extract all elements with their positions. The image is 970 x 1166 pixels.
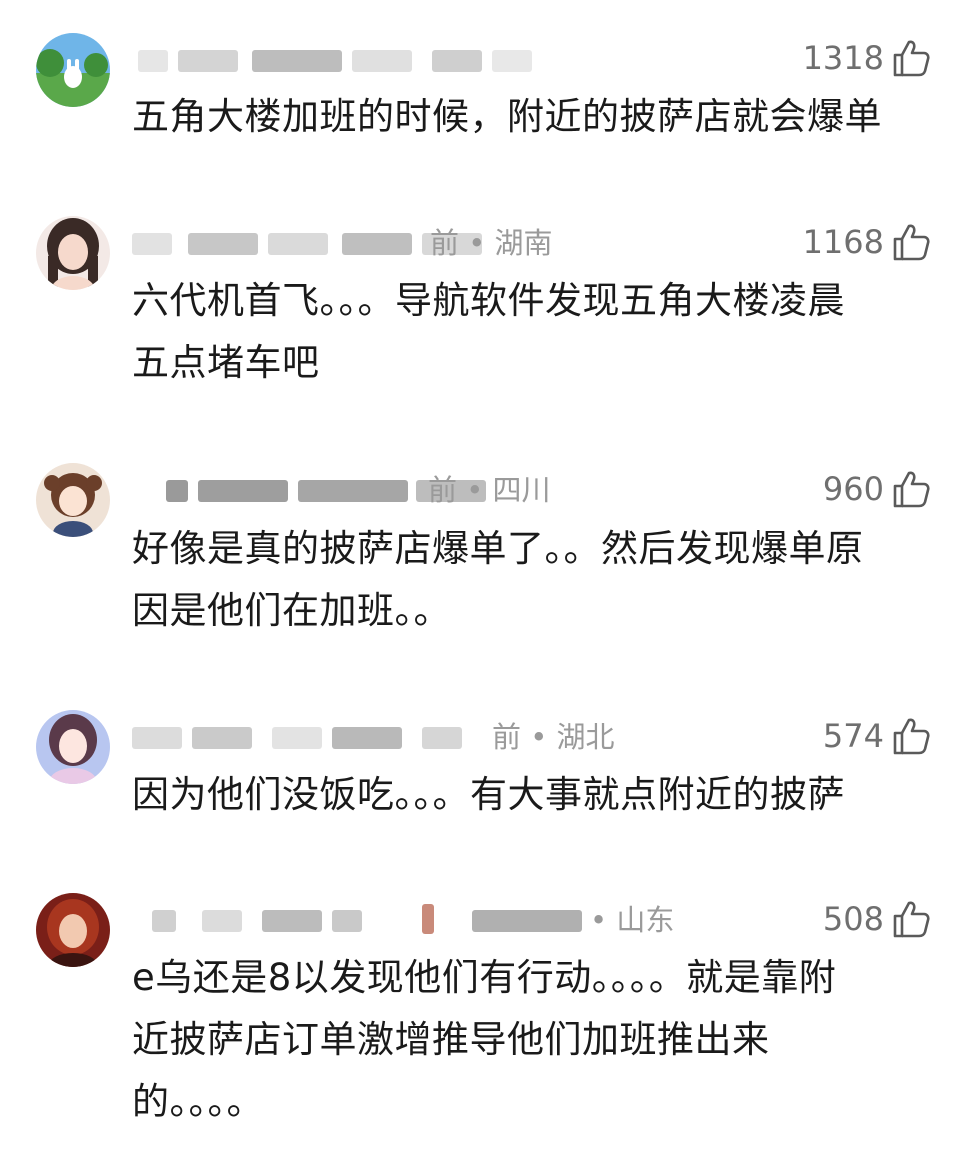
comment-meta: 前 • 湖南 bbox=[132, 223, 692, 263]
comment-meta: 前 • 四川 bbox=[132, 470, 692, 510]
comment-time-location: 前 • 四川 bbox=[428, 473, 551, 507]
comment-text: e乌还是8以发现他们有行动。。。。就是靠附 近披萨店订单激增推导他们加班推出来 … bbox=[132, 956, 837, 1123]
comment-text: 好像是真的披萨店爆单了。。然后发现爆单原 因是他们在加班。。 bbox=[132, 527, 864, 632]
user-avatar[interactable] bbox=[36, 216, 110, 290]
like-button[interactable]: 960 bbox=[823, 467, 930, 511]
comment-time-location: • 山东 bbox=[590, 903, 675, 937]
comment-meta bbox=[132, 40, 692, 80]
like-count: 1168 bbox=[802, 223, 884, 261]
thumbs-up-icon bbox=[893, 224, 930, 261]
comment-time-location: 前 • 湖南 bbox=[430, 226, 553, 260]
like-button[interactable]: 1318 bbox=[803, 36, 930, 80]
user-avatar[interactable] bbox=[36, 893, 110, 967]
like-button[interactable]: 1168 bbox=[803, 220, 930, 264]
like-count: 574 bbox=[822, 717, 884, 755]
user-avatar[interactable] bbox=[36, 710, 110, 784]
thumbs-up-icon bbox=[893, 471, 930, 508]
like-count: 1318 bbox=[802, 39, 884, 77]
thumbs-up-icon bbox=[893, 40, 930, 77]
like-count: 960 bbox=[822, 470, 884, 508]
comment-text: 因为他们没饭吃。。。有大事就点附近的披萨 bbox=[132, 773, 845, 816]
user-avatar[interactable] bbox=[36, 33, 110, 107]
comment-time-location: 前 • 湖北 bbox=[492, 720, 615, 754]
user-avatar[interactable] bbox=[36, 463, 110, 537]
comment-meta: • 山东 bbox=[132, 900, 692, 940]
comment-meta: 前 • 湖北 bbox=[132, 717, 692, 757]
thumbs-up-icon bbox=[893, 718, 930, 755]
like-button[interactable]: 574 bbox=[823, 714, 930, 758]
like-button[interactable]: 508 bbox=[823, 897, 930, 941]
comment-text: 六代机首飞。。。导航软件发现五角大楼凌晨 五点堵车吧 bbox=[132, 279, 845, 384]
comment-text: 五角大楼加班的时候，附近的披萨店就会爆单 bbox=[132, 95, 882, 138]
thumbs-up-icon bbox=[893, 901, 930, 938]
like-count: 508 bbox=[822, 900, 884, 938]
